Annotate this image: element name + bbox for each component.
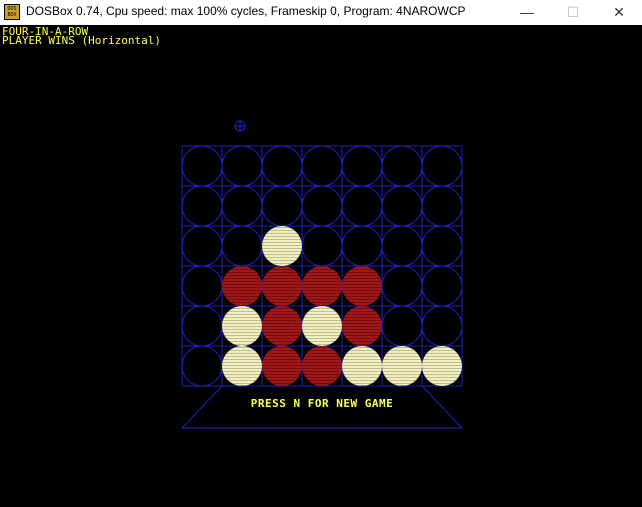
icon-text-bottom: BOX — [7, 12, 17, 18]
computer-piece — [342, 306, 382, 346]
player-piece — [222, 346, 262, 386]
empty-slot — [381, 145, 423, 187]
empty-slot — [381, 185, 423, 227]
empty-slot — [341, 145, 383, 187]
empty-slot — [341, 185, 383, 227]
empty-slot — [301, 185, 343, 227]
empty-slot — [381, 225, 423, 267]
close-button[interactable]: ✕ — [596, 0, 642, 25]
column-selector-icon[interactable] — [234, 120, 246, 132]
game-board[interactable] — [0, 25, 642, 507]
player-piece — [222, 306, 262, 346]
empty-slot — [301, 145, 343, 187]
dosbox-icon[interactable]: DOS BOX — [4, 4, 20, 20]
new-game-prompt[interactable]: PRESS N FOR NEW GAME — [182, 397, 462, 410]
computer-piece — [302, 346, 342, 386]
computer-piece — [262, 266, 302, 306]
minimize-button[interactable]: — — [504, 0, 550, 25]
empty-slot — [181, 305, 223, 347]
empty-slot — [181, 185, 223, 227]
empty-slot — [421, 305, 463, 347]
empty-slot — [381, 265, 423, 307]
empty-slot — [181, 225, 223, 267]
empty-slot — [181, 345, 223, 387]
window-title: DOSBox 0.74, Cpu speed: max 100% cycles,… — [26, 4, 466, 18]
empty-slot — [181, 145, 223, 187]
player-piece — [302, 306, 342, 346]
window-titlebar: DOS BOX DOSBox 0.74, Cpu speed: max 100%… — [0, 0, 642, 25]
computer-piece — [222, 266, 262, 306]
empty-slot — [421, 225, 463, 267]
empty-slot — [341, 225, 383, 267]
maximize-button[interactable]: ☐ — [550, 0, 596, 25]
empty-slot — [301, 225, 343, 267]
empty-slot — [221, 145, 263, 187]
empty-slot — [421, 185, 463, 227]
computer-piece — [262, 346, 302, 386]
empty-slot — [421, 265, 463, 307]
computer-piece — [342, 266, 382, 306]
dos-screen[interactable]: FOUR-IN-A-ROW PLAYER WINS (Horizontal) P… — [0, 25, 642, 507]
player-piece — [342, 346, 382, 386]
empty-slot — [421, 145, 463, 187]
computer-piece — [262, 306, 302, 346]
empty-slot — [181, 265, 223, 307]
player-piece — [422, 346, 462, 386]
computer-piece — [302, 266, 342, 306]
empty-slot — [261, 185, 303, 227]
empty-slot — [261, 145, 303, 187]
empty-slot — [381, 305, 423, 347]
player-piece — [382, 346, 422, 386]
player-piece — [262, 226, 302, 266]
empty-slot — [221, 185, 263, 227]
empty-slot — [221, 225, 263, 267]
